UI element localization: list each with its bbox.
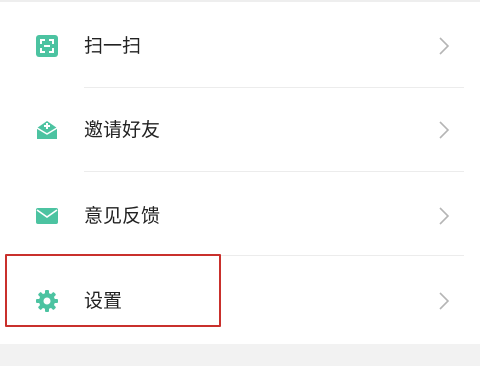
- scan-icon: [36, 35, 58, 57]
- menu-item-label: 设置: [84, 290, 123, 312]
- chevron-right-icon: [439, 121, 450, 139]
- menu-item-label: 意见反馈: [84, 205, 161, 227]
- menu-item-settings[interactable]: 设置: [0, 256, 480, 340]
- settings-gear-icon: [36, 290, 58, 312]
- feedback-mail-icon: [36, 208, 58, 224]
- settings-menu-screen: 扫一扫 邀请好友 意见反馈 设置: [0, 0, 480, 366]
- menu-item-scan[interactable]: 扫一扫: [0, 4, 480, 88]
- invite-friend-icon: [36, 121, 58, 139]
- menu-item-label: 邀请好友: [84, 119, 161, 141]
- chevron-right-icon: [439, 37, 450, 55]
- top-divider: [0, 0, 480, 2]
- menu-item-feedback[interactable]: 意见反馈: [0, 172, 480, 256]
- chevron-right-icon: [439, 292, 450, 310]
- bottom-section-gap: [0, 344, 480, 366]
- chevron-right-icon: [439, 207, 450, 225]
- menu-item-label: 扫一扫: [84, 35, 142, 57]
- menu-item-invite-friends[interactable]: 邀请好友: [0, 88, 480, 172]
